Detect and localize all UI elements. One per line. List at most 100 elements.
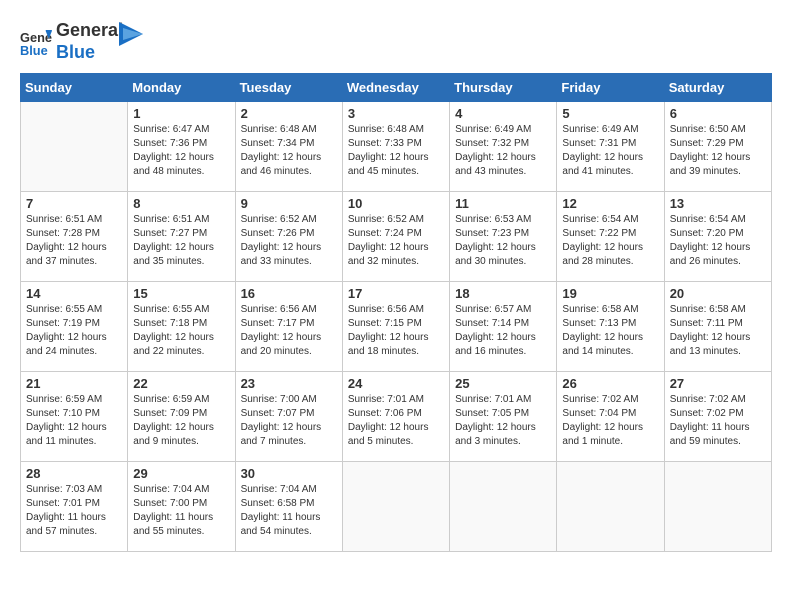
calendar-week-row: 21 Sunrise: 6:59 AM Sunset: 7:10 PM Dayli… — [21, 372, 772, 462]
day-info: Sunrise: 7:01 AM Sunset: 7:05 PM Dayligh… — [455, 393, 551, 449]
day-number: 20 — [670, 286, 766, 301]
day-info: Sunrise: 6:56 AM Sunset: 7:17 PM Dayligh… — [241, 303, 337, 359]
day-number: 18 — [455, 286, 551, 301]
day-info: Sunrise: 7:02 AM Sunset: 7:02 PM Dayligh… — [670, 393, 766, 449]
day-info: Sunrise: 7:04 AM Sunset: 7:00 PM Dayligh… — [133, 483, 229, 539]
day-number: 25 — [455, 376, 551, 391]
calendar-day-cell: 25 Sunrise: 7:01 AM Sunset: 7:05 PM Dayli… — [450, 372, 557, 462]
day-info: Sunrise: 6:58 AM Sunset: 7:13 PM Dayligh… — [562, 303, 658, 359]
day-info: Sunrise: 6:53 AM Sunset: 7:23 PM Dayligh… — [455, 213, 551, 269]
day-number: 9 — [241, 196, 337, 211]
calendar-day-cell: 22 Sunrise: 6:59 AM Sunset: 7:09 PM Dayli… — [128, 372, 235, 462]
day-number: 17 — [348, 286, 444, 301]
calendar-day-cell: 1 Sunrise: 6:47 AM Sunset: 7:36 PM Daylig… — [128, 102, 235, 192]
day-of-week-header: Thursday — [450, 74, 557, 102]
day-info: Sunrise: 6:51 AM Sunset: 7:28 PM Dayligh… — [26, 213, 122, 269]
day-number: 21 — [26, 376, 122, 391]
day-info: Sunrise: 6:55 AM Sunset: 7:18 PM Dayligh… — [133, 303, 229, 359]
calendar-day-cell: 30 Sunrise: 7:04 AM Sunset: 6:58 PM Dayli… — [235, 462, 342, 552]
day-number: 2 — [241, 106, 337, 121]
day-info: Sunrise: 6:59 AM Sunset: 7:09 PM Dayligh… — [133, 393, 229, 449]
logo-general: General — [56, 20, 123, 42]
day-number: 14 — [26, 286, 122, 301]
day-number: 1 — [133, 106, 229, 121]
day-of-week-header: Monday — [128, 74, 235, 102]
page-header: General Blue General Blue — [20, 20, 772, 63]
calendar-day-cell: 5 Sunrise: 6:49 AM Sunset: 7:31 PM Daylig… — [557, 102, 664, 192]
day-info: Sunrise: 6:50 AM Sunset: 7:29 PM Dayligh… — [670, 123, 766, 179]
day-number: 6 — [670, 106, 766, 121]
logo-icon: General Blue — [20, 26, 52, 58]
calendar-day-cell: 29 Sunrise: 7:04 AM Sunset: 7:00 PM Dayli… — [128, 462, 235, 552]
day-info: Sunrise: 6:52 AM Sunset: 7:26 PM Dayligh… — [241, 213, 337, 269]
day-info: Sunrise: 6:54 AM Sunset: 7:22 PM Dayligh… — [562, 213, 658, 269]
calendar-day-cell: 15 Sunrise: 6:55 AM Sunset: 7:18 PM Dayli… — [128, 282, 235, 372]
day-info: Sunrise: 6:52 AM Sunset: 7:24 PM Dayligh… — [348, 213, 444, 269]
calendar-day-cell: 6 Sunrise: 6:50 AM Sunset: 7:29 PM Daylig… — [664, 102, 771, 192]
day-info: Sunrise: 7:03 AM Sunset: 7:01 PM Dayligh… — [26, 483, 122, 539]
day-number: 13 — [670, 196, 766, 211]
day-info: Sunrise: 6:48 AM Sunset: 7:33 PM Dayligh… — [348, 123, 444, 179]
day-info: Sunrise: 6:57 AM Sunset: 7:14 PM Dayligh… — [455, 303, 551, 359]
day-number: 8 — [133, 196, 229, 211]
day-info: Sunrise: 6:54 AM Sunset: 7:20 PM Dayligh… — [670, 213, 766, 269]
day-info: Sunrise: 7:00 AM Sunset: 7:07 PM Dayligh… — [241, 393, 337, 449]
calendar-day-cell — [557, 462, 664, 552]
calendar-day-cell — [450, 462, 557, 552]
calendar-day-cell: 26 Sunrise: 7:02 AM Sunset: 7:04 PM Dayli… — [557, 372, 664, 462]
day-info: Sunrise: 6:59 AM Sunset: 7:10 PM Dayligh… — [26, 393, 122, 449]
calendar-week-row: 7Sunrise: 6:51 AM Sunset: 7:28 PM Daylig… — [21, 192, 772, 282]
day-number: 23 — [241, 376, 337, 391]
day-number: 10 — [348, 196, 444, 211]
day-number: 16 — [241, 286, 337, 301]
day-number: 24 — [348, 376, 444, 391]
calendar-day-cell: 4 Sunrise: 6:49 AM Sunset: 7:32 PM Daylig… — [450, 102, 557, 192]
day-of-week-header: Wednesday — [342, 74, 449, 102]
calendar-day-cell: 27Sunrise: 7:02 AM Sunset: 7:02 PM Dayli… — [664, 372, 771, 462]
calendar-header-row: SundayMondayTuesdayWednesdayThursdayFrid… — [21, 74, 772, 102]
calendar-week-row: 28Sunrise: 7:03 AM Sunset: 7:01 PM Dayli… — [21, 462, 772, 552]
logo-arrow-icon — [119, 22, 143, 52]
day-info: Sunrise: 7:01 AM Sunset: 7:06 PM Dayligh… — [348, 393, 444, 449]
calendar-day-cell — [342, 462, 449, 552]
day-number: 4 — [455, 106, 551, 121]
calendar-day-cell: 3Sunrise: 6:48 AM Sunset: 7:33 PM Daylig… — [342, 102, 449, 192]
logo-blue: Blue — [56, 42, 123, 64]
day-info: Sunrise: 6:49 AM Sunset: 7:32 PM Dayligh… — [455, 123, 551, 179]
day-info: Sunrise: 7:02 AM Sunset: 7:04 PM Dayligh… — [562, 393, 658, 449]
calendar-day-cell: 13 Sunrise: 6:54 AM Sunset: 7:20 PM Dayli… — [664, 192, 771, 282]
day-number: 11 — [455, 196, 551, 211]
calendar-day-cell: 18 Sunrise: 6:57 AM Sunset: 7:14 PM Dayli… — [450, 282, 557, 372]
calendar-day-cell: 19Sunrise: 6:58 AM Sunset: 7:13 PM Dayli… — [557, 282, 664, 372]
calendar-day-cell: 11 Sunrise: 6:53 AM Sunset: 7:23 PM Dayli… — [450, 192, 557, 282]
day-info: Sunrise: 6:56 AM Sunset: 7:15 PM Dayligh… — [348, 303, 444, 359]
calendar-day-cell: 10 Sunrise: 6:52 AM Sunset: 7:24 PM Dayli… — [342, 192, 449, 282]
day-number: 15 — [133, 286, 229, 301]
day-of-week-header: Saturday — [664, 74, 771, 102]
day-of-week-header: Tuesday — [235, 74, 342, 102]
calendar-day-cell: 16 Sunrise: 6:56 AM Sunset: 7:17 PM Dayli… — [235, 282, 342, 372]
day-number: 30 — [241, 466, 337, 481]
calendar-day-cell: 14Sunrise: 6:55 AM Sunset: 7:19 PM Dayli… — [21, 282, 128, 372]
calendar-day-cell — [664, 462, 771, 552]
calendar-table: SundayMondayTuesdayWednesdayThursdayFrid… — [20, 73, 772, 552]
day-info: Sunrise: 6:51 AM Sunset: 7:27 PM Dayligh… — [133, 213, 229, 269]
calendar-day-cell: 21 Sunrise: 6:59 AM Sunset: 7:10 PM Dayli… — [21, 372, 128, 462]
day-number: 29 — [133, 466, 229, 481]
calendar-day-cell: 20Sunrise: 6:58 AM Sunset: 7:11 PM Dayli… — [664, 282, 771, 372]
calendar-day-cell: 7Sunrise: 6:51 AM Sunset: 7:28 PM Daylig… — [21, 192, 128, 282]
day-info: Sunrise: 6:49 AM Sunset: 7:31 PM Dayligh… — [562, 123, 658, 179]
calendar-day-cell: 24 Sunrise: 7:01 AM Sunset: 7:06 PM Dayli… — [342, 372, 449, 462]
day-number: 5 — [562, 106, 658, 121]
day-number: 22 — [133, 376, 229, 391]
day-info: Sunrise: 6:48 AM Sunset: 7:34 PM Dayligh… — [241, 123, 337, 179]
day-number: 26 — [562, 376, 658, 391]
calendar-day-cell: 12 Sunrise: 6:54 AM Sunset: 7:22 PM Dayli… — [557, 192, 664, 282]
day-number: 12 — [562, 196, 658, 211]
calendar-day-cell: 8 Sunrise: 6:51 AM Sunset: 7:27 PM Daylig… — [128, 192, 235, 282]
calendar-week-row: 1 Sunrise: 6:47 AM Sunset: 7:36 PM Daylig… — [21, 102, 772, 192]
svg-text:Blue: Blue — [20, 42, 48, 57]
day-info: Sunrise: 7:04 AM Sunset: 6:58 PM Dayligh… — [241, 483, 337, 539]
day-info: Sunrise: 6:47 AM Sunset: 7:36 PM Dayligh… — [133, 123, 229, 179]
calendar-day-cell: 9 Sunrise: 6:52 AM Sunset: 7:26 PM Daylig… — [235, 192, 342, 282]
